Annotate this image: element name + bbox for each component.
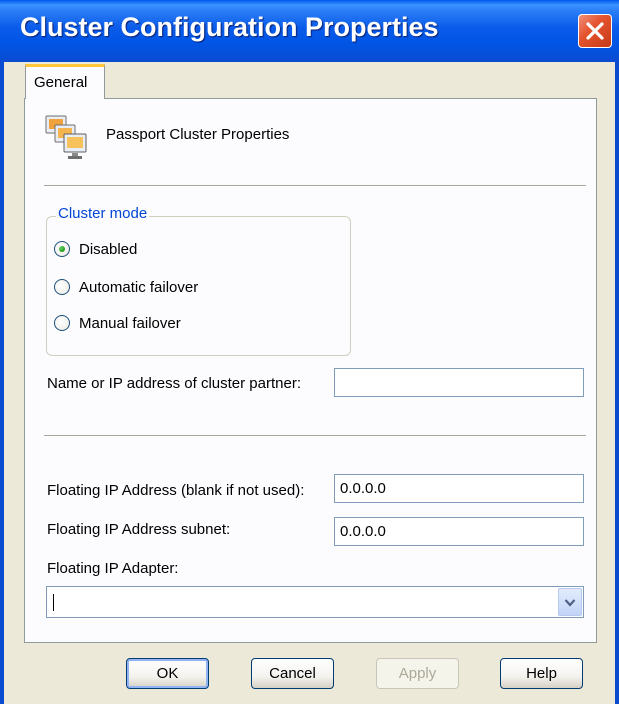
properties-dialog: Cluster Configuration Properties General…	[0, 0, 619, 704]
window-title: Cluster Configuration Properties	[20, 12, 439, 42]
dropdown-arrow-button[interactable]	[558, 588, 582, 616]
cluster-partner-input[interactable]	[334, 368, 584, 397]
close-button[interactable]	[578, 14, 612, 48]
radio-label-manual-failover: Manual failover	[79, 314, 181, 332]
radio-label-automatic-failover: Automatic failover	[79, 278, 199, 296]
text-caret	[53, 594, 54, 611]
title-bar[interactable]: Cluster Configuration Properties	[0, 0, 619, 62]
radio-button-checked[interactable]	[54, 241, 70, 257]
ok-button[interactable]: OK	[126, 658, 209, 689]
floating-adapter-label: Floating IP Adapter:	[47, 560, 179, 577]
window-frame-left	[0, 62, 4, 704]
floating-ip-label: Floating IP Address (blank if not used):	[47, 482, 305, 499]
radio-button-unchecked[interactable]	[54, 279, 70, 295]
panel-heading: Passport Cluster Properties	[106, 126, 290, 143]
cluster-partner-label: Name or IP address of cluster partner:	[47, 375, 302, 392]
radio-disabled[interactable]: Disabled	[54, 238, 137, 260]
radio-automatic-failover[interactable]: Automatic failover	[54, 276, 198, 298]
floating-subnet-input[interactable]	[334, 517, 584, 546]
separator	[44, 185, 586, 187]
radio-manual-failover[interactable]: Manual failover	[54, 312, 181, 334]
window-frame-right	[615, 62, 619, 704]
floating-subnet-label: Floating IP Address subnet:	[47, 521, 231, 538]
tab-general[interactable]: General	[25, 64, 105, 99]
separator	[44, 435, 586, 437]
radio-label-disabled: Disabled	[79, 240, 138, 258]
radio-button-unchecked[interactable]	[54, 315, 70, 331]
help-button[interactable]: Help	[500, 658, 583, 689]
floating-ip-input[interactable]	[334, 474, 584, 503]
cluster-mode-group-title: Cluster mode	[56, 205, 150, 222]
floating-adapter-dropdown[interactable]	[46, 586, 584, 618]
cancel-button[interactable]: Cancel	[251, 658, 334, 689]
apply-button[interactable]: Apply	[376, 658, 459, 689]
cluster-computers-icon	[44, 113, 94, 168]
